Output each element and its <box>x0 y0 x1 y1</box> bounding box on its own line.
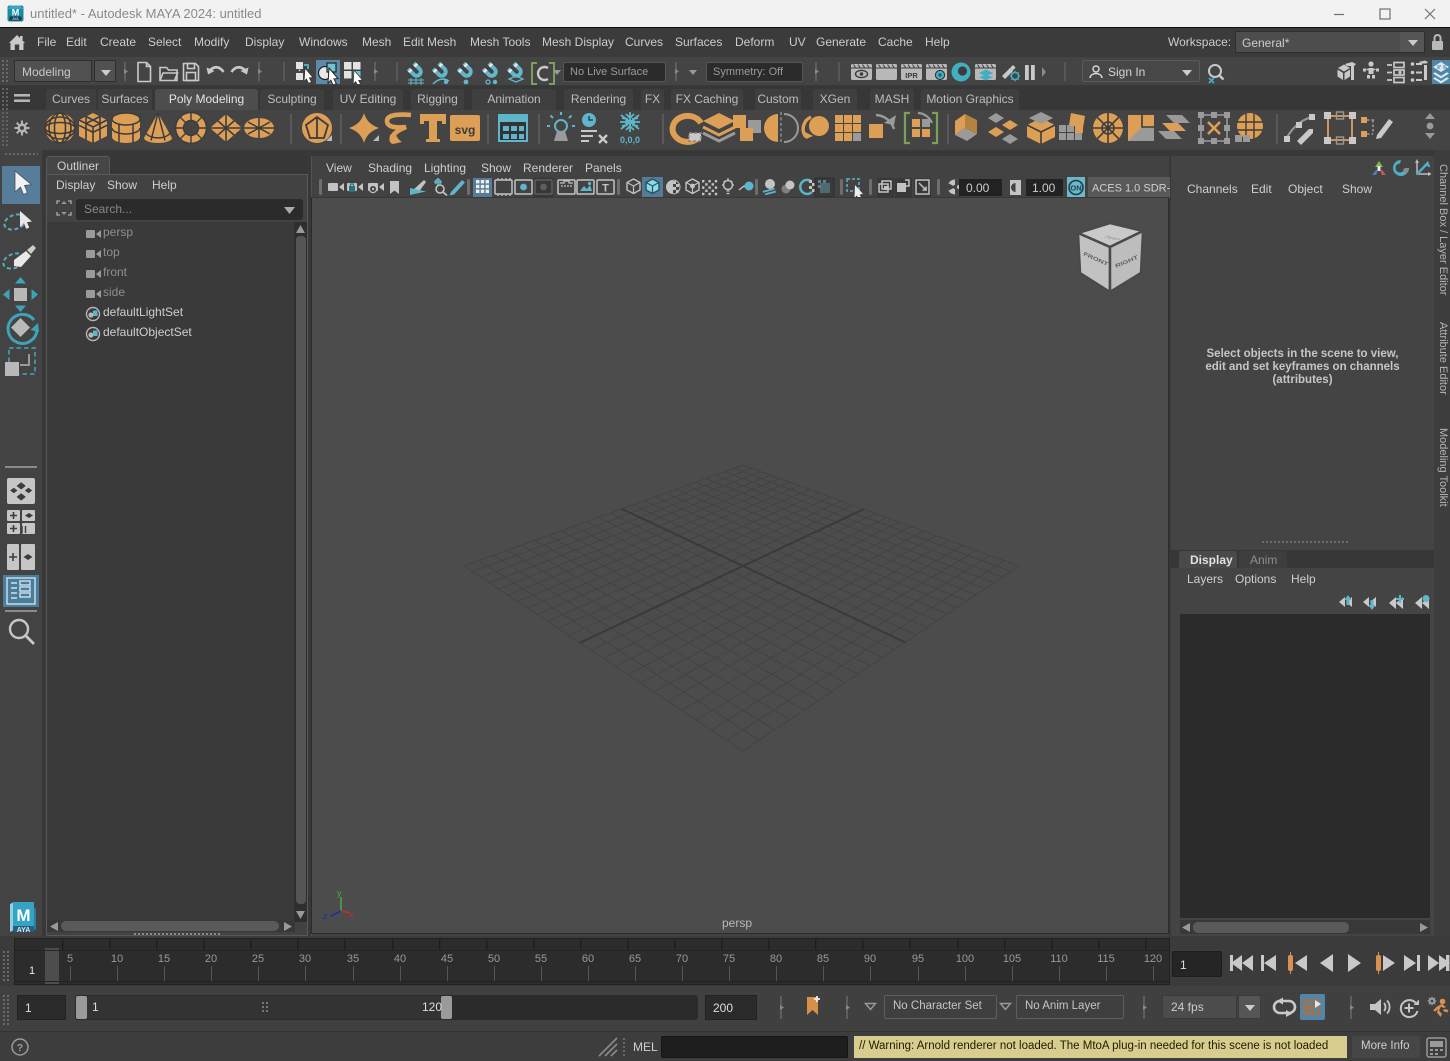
svg-text:85: 85 <box>817 953 829 965</box>
svg-text:90: 90 <box>864 953 876 965</box>
svg-text:120: 120 <box>1144 953 1162 965</box>
svg-text:y: y <box>337 888 342 898</box>
svg-text:25: 25 <box>252 953 264 965</box>
svg-text:10: 10 <box>111 953 123 965</box>
svg-text:55: 55 <box>535 953 547 965</box>
svg-text:30: 30 <box>299 953 311 965</box>
svg-text:T: T <box>602 183 609 195</box>
svg-text:M: M <box>12 8 20 18</box>
svg-text:65: 65 <box>629 953 641 965</box>
svg-text:persp: persp <box>722 916 752 930</box>
svg-text:ACES 1.0 SDR-v: ACES 1.0 SDR-v <box>1092 183 1170 195</box>
svg-text:75: 75 <box>723 953 735 965</box>
svg-text:5: 5 <box>67 953 73 965</box>
svg-text:70: 70 <box>676 953 688 965</box>
svg-text:100: 100 <box>956 953 974 965</box>
svg-text:95: 95 <box>912 953 924 965</box>
svg-text:0,0,0: 0,0,0 <box>620 135 640 145</box>
svg-text:115: 115 <box>1097 953 1115 965</box>
svg-text:?: ? <box>17 1042 23 1054</box>
svg-text:80: 80 <box>770 953 782 965</box>
svg-text:60: 60 <box>582 953 594 965</box>
svg-text:AYA: AYA <box>17 927 31 934</box>
svg-text:ON: ON <box>1070 184 1081 193</box>
svg-text:105: 105 <box>1003 953 1021 965</box>
svg-text:IPR: IPR <box>905 71 918 80</box>
svg-text:45: 45 <box>441 953 453 965</box>
svg-text:M: M <box>16 906 30 925</box>
svg-text:110: 110 <box>1050 953 1068 965</box>
svg-text:40: 40 <box>394 953 406 965</box>
svg-text:AYA: AYA <box>12 17 19 21</box>
svg-text:x: x <box>349 910 354 920</box>
svg-text:svg: svg <box>455 123 476 137</box>
svg-text:15: 15 <box>158 953 170 965</box>
svg-text:1.00: 1.00 <box>1032 181 1056 195</box>
svg-text:20: 20 <box>205 953 217 965</box>
svg-text:35: 35 <box>347 953 359 965</box>
svg-text:50: 50 <box>488 953 500 965</box>
svg-text:z: z <box>323 911 328 921</box>
svg-text:0.00: 0.00 <box>966 181 990 195</box>
